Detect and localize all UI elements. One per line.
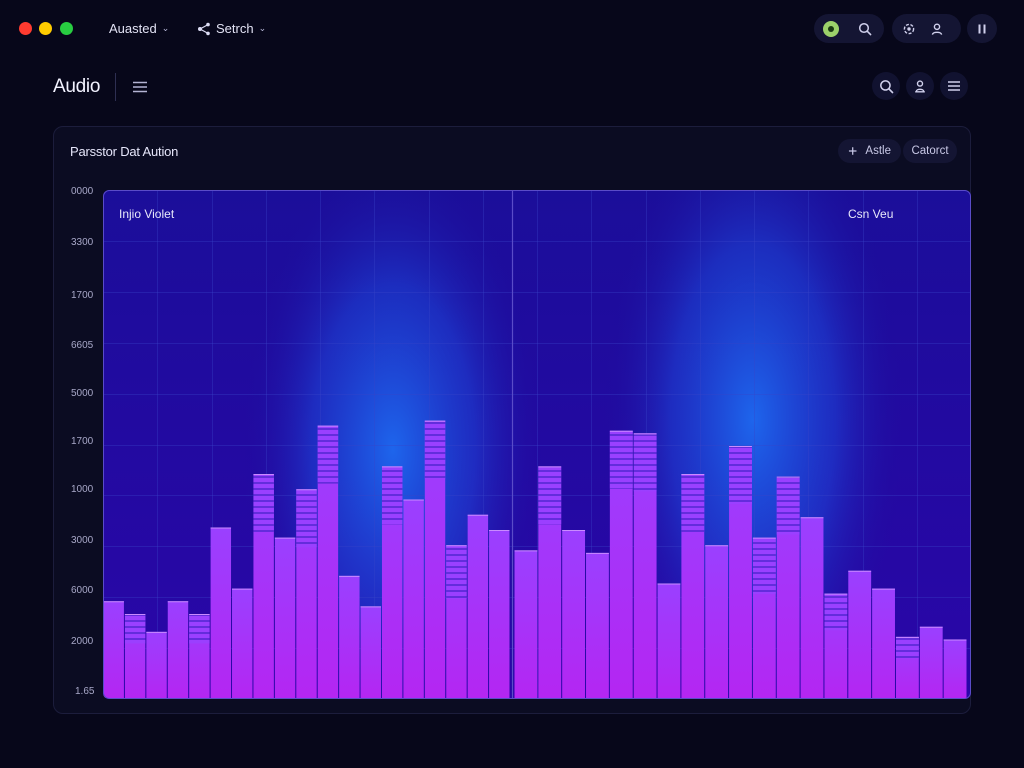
right-bar-7 [657,583,681,698]
search-icon[interactable] [857,21,873,37]
menu-dropdown-label: Auasted [109,21,157,36]
left-bar-6 [210,527,232,698]
y-tick-label: 3300 [71,237,94,248]
share-icon [198,22,210,35]
chip-label: Catorct [911,145,949,157]
right-bar-stripe-12 [776,476,800,535]
left-bar-stripe-10 [296,489,317,548]
y-tick-label: 1700 [71,436,94,447]
menu-icon [948,81,960,91]
right-bar-3 [562,530,586,698]
right-panel-label: Csn Veu [848,207,894,221]
header-user-button[interactable] [906,72,934,100]
y-tick-label: 3000 [71,535,94,546]
right-bar-stripe-10 [729,446,752,505]
right-bar-stripe-8 [681,474,705,533]
maximize-window-button[interactable] [60,22,73,35]
left-bar-15 [403,499,424,698]
left-bar-9 [274,537,296,698]
y-tick-label: 6605 [71,340,94,351]
right-bar-stripe-11 [752,537,776,594]
menu-dropdown-1[interactable]: Auasted ⌄ [109,21,169,36]
left-bar-stripe-5 [189,614,210,644]
right-bar-16 [872,588,895,698]
plus-icon [848,147,857,155]
left-bar-4 [167,601,189,698]
right-bar-1 [514,550,538,698]
y-tick-label: 2000 [71,636,94,647]
right-bar-stripe-2 [538,466,562,525]
chevron-down-icon: ⌄ [258,23,267,33]
y-tick-label: 1.65 [75,686,95,697]
left-panel-label: Injio Violet [119,207,175,221]
window-titlebar: Auasted ⌄ Setrch ⌄ [0,0,1024,58]
add-chip-button[interactable]: Astle [838,139,901,163]
left-bar-18 [467,514,489,698]
status-badge[interactable] [823,20,839,37]
left-bar-13 [360,606,381,698]
toolbar-group-1 [814,14,884,43]
chip-label: Astle [865,145,891,157]
header-divider [115,73,116,101]
minimize-window-button[interactable] [39,22,52,35]
page-title: Audio [53,76,101,97]
toolbar-group-2 [892,14,961,43]
right-bar-stripe-14 [824,593,848,631]
left-bar-7 [232,588,253,698]
left-bar-12 [339,575,360,698]
user-icon [915,80,925,93]
left-bar-stripe-14 [381,466,403,525]
left-bar-stripe-17 [446,545,467,599]
right-bar-15 [848,570,872,698]
pause-icon [978,24,986,33]
filter-chip-button[interactable]: Catorct [903,139,957,163]
right-bar-stripe-5 [609,430,633,489]
card-title: Parsstor Dat Aution [70,144,179,159]
plot-area [103,190,971,699]
right-bar-stripe-6 [633,433,657,492]
header-menu-button[interactable] [940,72,968,100]
y-tick-label: 0000 [71,186,94,197]
user-icon[interactable] [929,21,945,37]
right-bar-4 [586,552,609,698]
y-tick-label: 5000 [71,388,94,399]
left-bar-stripe-8 [253,474,274,533]
settings-icon[interactable] [901,21,917,37]
left-bar-stripe-16 [424,420,446,479]
right-bar-13 [800,517,824,698]
left-bar-3 [146,631,167,698]
chevron-down-icon: ⌄ [161,23,170,33]
menu-icon[interactable] [132,80,148,94]
pause-button[interactable] [967,14,997,43]
menu-dropdown-2[interactable]: Setrch ⌄ [197,21,266,36]
search-icon [879,79,893,93]
right-bar-9 [705,545,729,698]
y-tick-label: 1000 [71,484,94,495]
left-bar-19 [489,530,510,698]
menu-dropdown-label: Setrch [216,21,254,36]
header-search-button[interactable] [872,72,900,100]
close-window-button[interactable] [19,22,32,35]
right-bar-19 [943,639,967,698]
bar-chart [103,190,971,699]
left-bar-stripe-2 [124,614,146,644]
right-bar-stripe-17 [895,636,919,659]
y-tick-label: 6000 [71,585,94,596]
left-bar-1 [103,601,124,698]
right-bar-18 [919,626,943,698]
y-tick-label: 1700 [71,290,94,301]
left-bar-stripe-11 [317,425,339,484]
